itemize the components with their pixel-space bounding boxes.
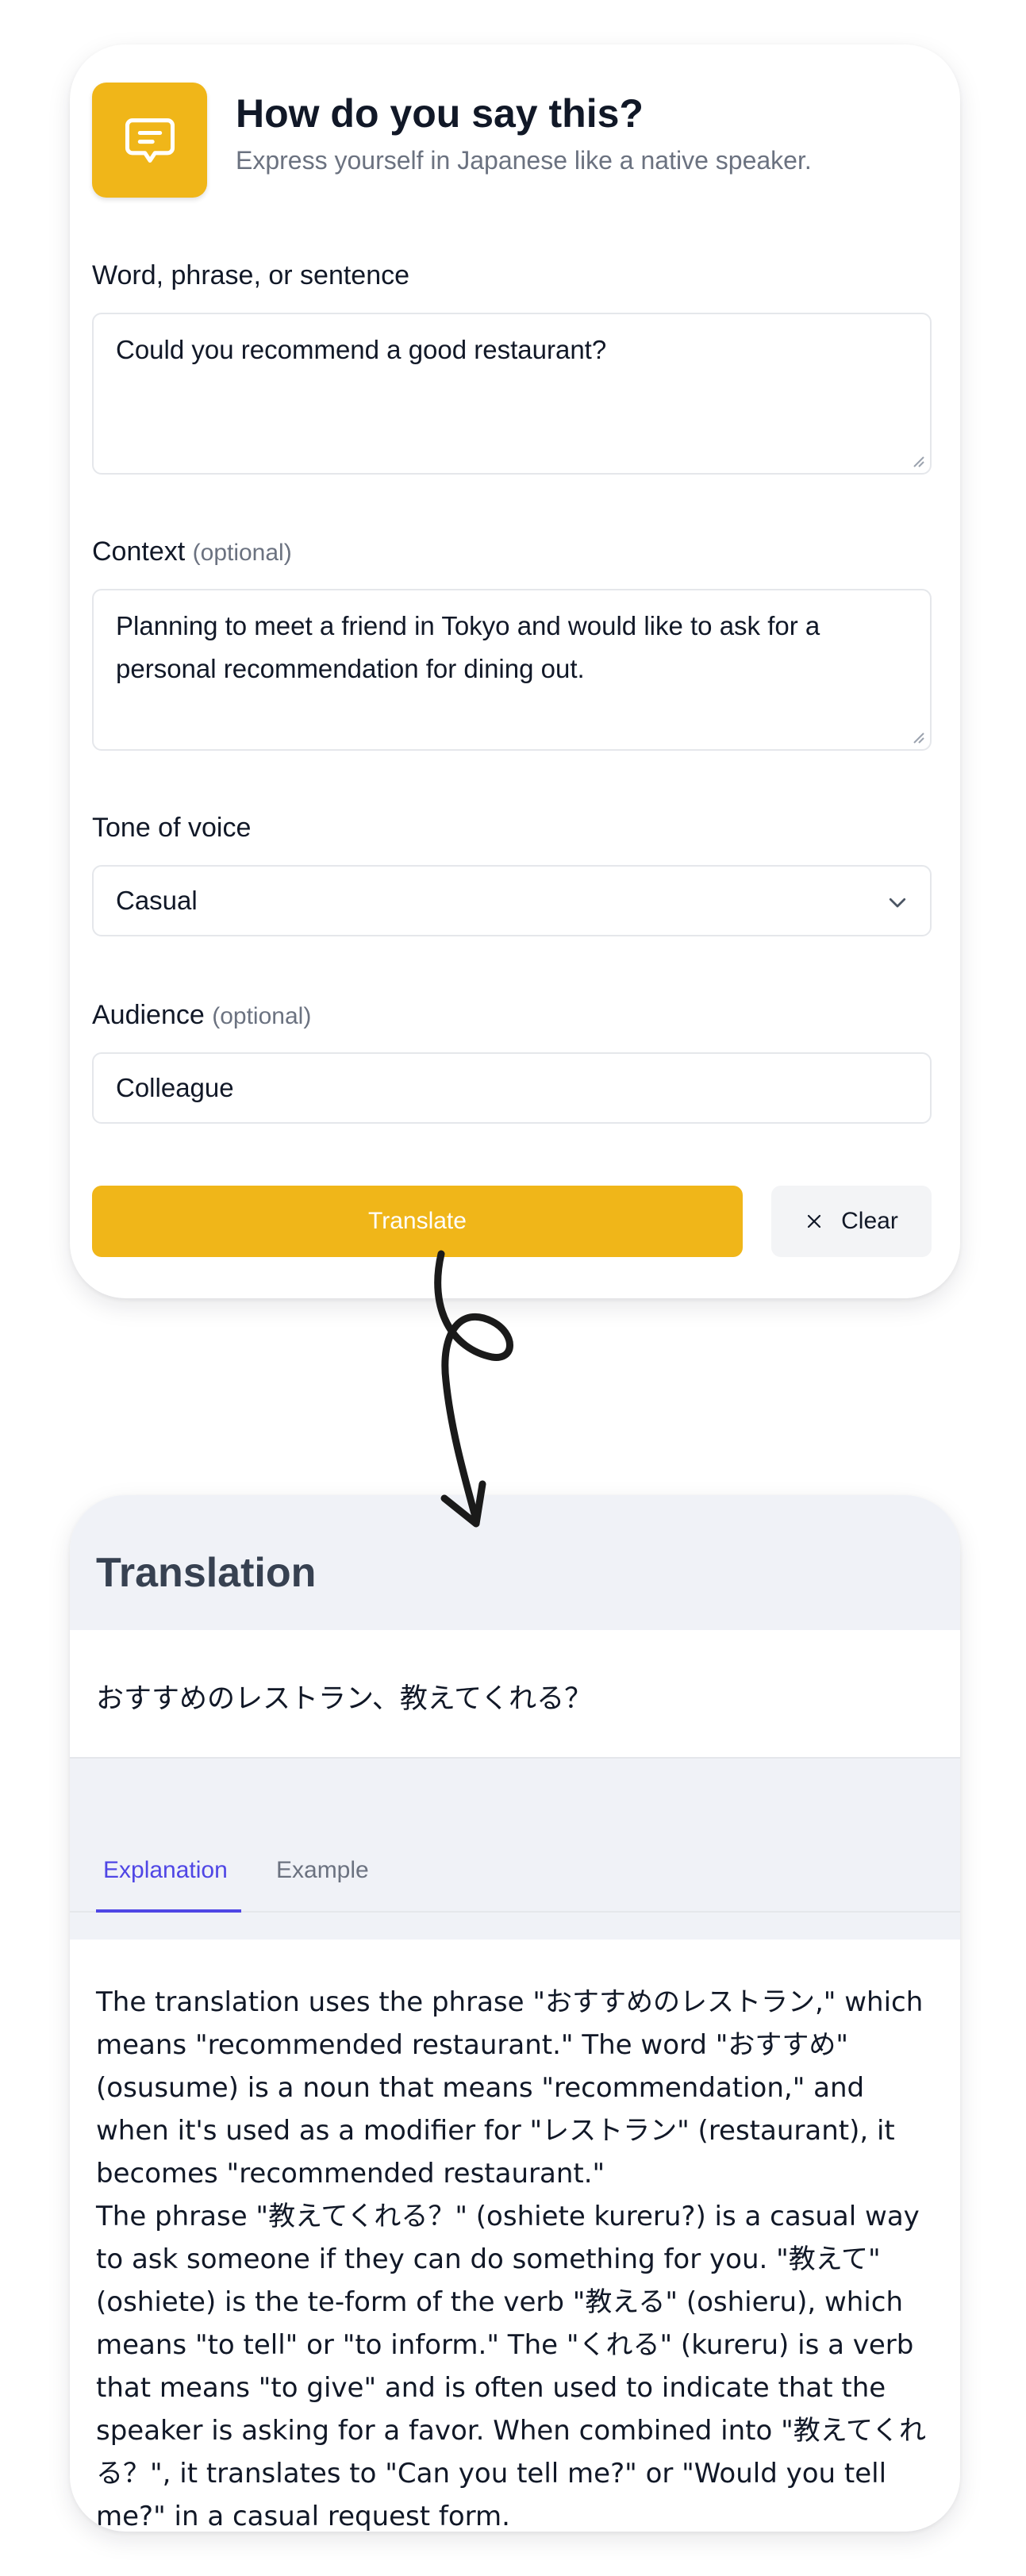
audience-optional-note: (optional)	[212, 1003, 312, 1029]
curly-arrow-icon	[434, 1250, 513, 1528]
translate-form-card: How do you say this? Express yourself in…	[70, 44, 960, 1298]
active-tab-indicator	[96, 1909, 241, 1913]
context-label-text: Context	[92, 536, 186, 567]
resize-grip-icon[interactable]	[911, 730, 925, 744]
chevron-down-icon	[889, 898, 906, 908]
context-value: Planning to meet a friend in Tokyo and w…	[116, 611, 820, 683]
audience-label-text: Audience	[92, 1000, 205, 1030]
phrase-value: Could you recommend a good restaurant?	[116, 335, 607, 364]
translation-text: おすすめのレストラン、教えてくれる？	[96, 1683, 593, 1715]
translate-button-label: Translate	[368, 1208, 467, 1234]
result-title: Translation	[96, 1550, 317, 1596]
context-label: Context (optional)	[92, 536, 292, 567]
tone-selected-value: Casual	[116, 886, 198, 915]
result-tabs: Explanation Example	[70, 1759, 960, 1940]
audience-input[interactable]: Colleague	[92, 1052, 932, 1124]
context-textarea[interactable]: Planning to meet a friend in Tokyo and w…	[92, 589, 932, 751]
clear-button[interactable]: Clear	[771, 1186, 932, 1257]
close-icon	[808, 1214, 821, 1228]
phrase-textarea[interactable]: Could you recommend a good restaurant?	[92, 313, 932, 475]
explanation-text: The translation uses the phrase "おすすめのレス…	[96, 1986, 927, 2532]
audience-value: Colleague	[116, 1073, 234, 1102]
chat-bubble-icon	[125, 117, 175, 163]
resize-grip-icon[interactable]	[911, 454, 925, 468]
tone-select[interactable]: Casual	[92, 865, 932, 936]
tab-explanation[interactable]: Explanation	[103, 1857, 228, 1884]
tab-example[interactable]: Example	[276, 1857, 369, 1884]
app-logo	[92, 83, 207, 198]
page-title: How do you say this?	[236, 91, 644, 136]
audience-label: Audience (optional)	[92, 1000, 311, 1031]
translation-row: おすすめのレストラン、教えてくれる？	[70, 1630, 960, 1759]
tone-label-text: Tone of voice	[92, 813, 252, 843]
clear-button-label: Clear	[841, 1208, 898, 1234]
phrase-label-text: Word, phrase, or sentence	[92, 260, 410, 290]
page-subtitle: Express yourself in Japanese like a nati…	[236, 146, 812, 175]
phrase-label: Word, phrase, or sentence	[92, 260, 409, 291]
translation-result-card: Translation おすすめのレストラン、教えてくれる？ Explanati…	[70, 1495, 960, 2532]
context-optional-note: (optional)	[192, 540, 292, 566]
tone-label: Tone of voice	[92, 813, 251, 844]
